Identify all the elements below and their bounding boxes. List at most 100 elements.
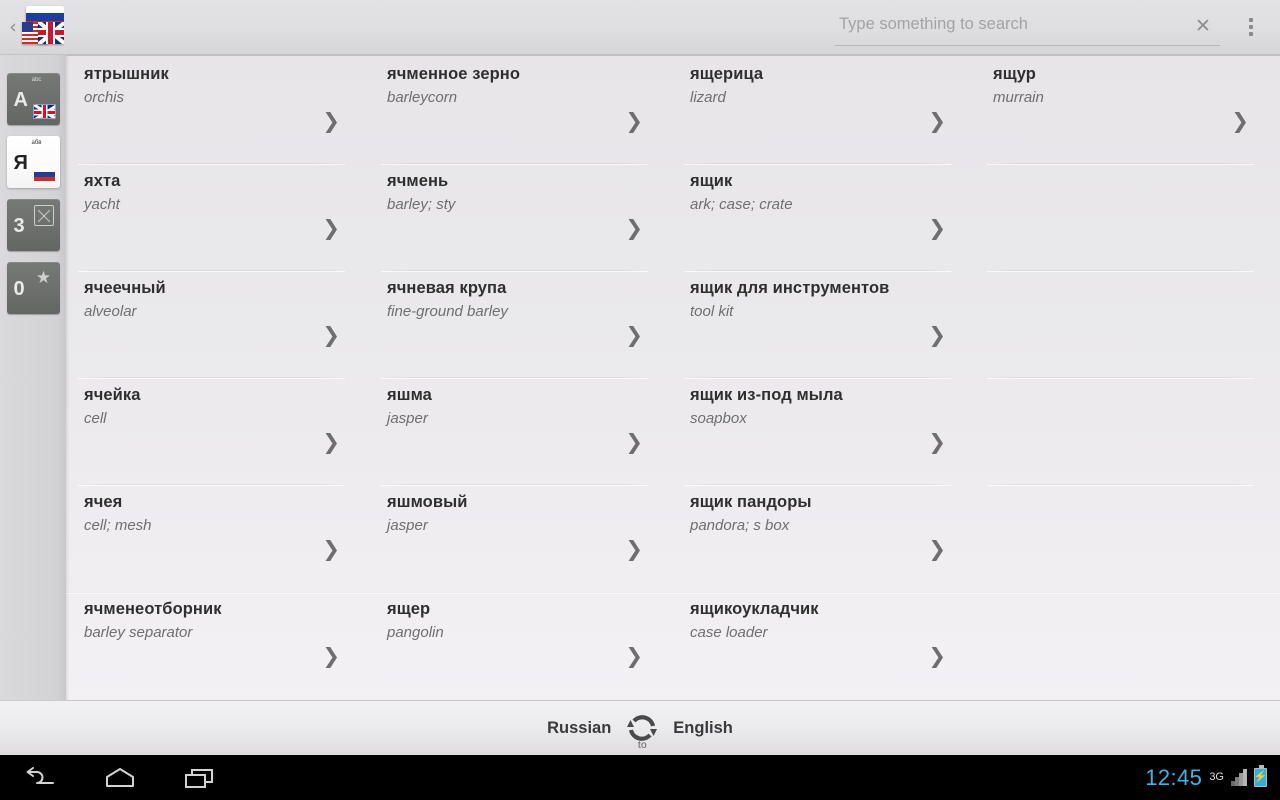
word-term: ящикоукладчик [690, 600, 819, 618]
word-term: ящерица [690, 65, 764, 83]
word-translation: lizard [690, 89, 726, 106]
word-entry[interactable]: ячеечный alveolar ❯ [66, 270, 369, 377]
home-button[interactable] [80, 755, 160, 800]
overflow-dot [1249, 32, 1253, 36]
sidebar-tab-history[interactable]: 3 [6, 199, 60, 251]
charging-bolt-glyph: ⚡ [1253, 771, 1268, 783]
word-translation: yacht [84, 196, 120, 213]
chevron-right-icon[interactable]: ❯ [625, 111, 643, 132]
chevron-right-icon[interactable]: ❯ [1231, 111, 1249, 132]
back-arrow-icon [26, 766, 54, 784]
word-translation: soapbox [690, 410, 747, 427]
dictionary-app-logo-icon[interactable] [20, 4, 64, 48]
word-term: яшмовый [387, 493, 468, 511]
word-term: ятрышник [84, 65, 169, 83]
sidebar-tab-favorites[interactable]: 0 ★ [6, 262, 60, 314]
word-entry[interactable]: ячневая крупа fine-ground barley ❯ [369, 270, 672, 377]
chevron-right-icon[interactable]: ❯ [928, 325, 946, 346]
word-column: ящур murrain ❯ [975, 56, 1278, 698]
word-entry[interactable]: ячменное зерно barleycorn ❯ [369, 56, 672, 163]
word-term: яхта [84, 172, 121, 190]
sidebar-tab-letter: A [13, 89, 28, 111]
word-entry[interactable]: ящер pangolin ❯ [369, 591, 672, 698]
word-term: ящик для инструментов [690, 279, 890, 297]
sidebar-tab-russian[interactable]: Я абв [6, 136, 60, 188]
chevron-right-icon[interactable]: ❯ [625, 325, 643, 346]
word-entry-empty [975, 377, 1278, 484]
word-translation: fine-ground barley [387, 303, 508, 320]
word-entry[interactable]: яшмовый jasper ❯ [369, 484, 672, 591]
russian-flag-icon [32, 167, 56, 182]
source-language-label[interactable]: Russian [547, 719, 611, 738]
word-term: яшма [387, 386, 432, 404]
chevron-right-icon[interactable]: ❯ [928, 539, 946, 560]
chevron-right-icon[interactable]: ❯ [322, 646, 340, 667]
overflow-menu-button[interactable] [1228, 0, 1274, 55]
chevron-right-icon[interactable]: ❯ [928, 218, 946, 239]
word-column: ячменное зерно barleycorn ❯ ячмень barle… [369, 56, 672, 698]
word-entry[interactable]: ящик для инструментов tool kit ❯ [672, 270, 975, 377]
chevron-right-icon[interactable]: ❯ [322, 111, 340, 132]
word-entry-empty [975, 163, 1278, 270]
swap-to-label: to [637, 739, 647, 751]
signal-strength-icon [1231, 769, 1247, 786]
word-entry[interactable]: ящик из-под мыла soapbox ❯ [672, 377, 975, 484]
word-translation: ark; case; crate [690, 196, 793, 213]
word-column: ящерица lizard ❯ ящик ark; case; crate ❯… [672, 56, 975, 698]
word-entry[interactable]: ячменеотборник barley separator ❯ [66, 591, 369, 698]
sidebar-tab-english[interactable]: A abc [6, 73, 60, 125]
word-translation: barley separator [84, 624, 193, 641]
header-back-chevron-icon[interactable]: ‹ [0, 0, 22, 55]
recent-apps-button[interactable] [160, 755, 240, 800]
word-entry[interactable]: ятрышник orchis ❯ [66, 56, 369, 163]
word-entry[interactable]: ящикоукладчик case loader ❯ [672, 591, 975, 698]
word-entry[interactable]: яхта yacht ❯ [66, 163, 369, 270]
chevron-right-icon[interactable]: ❯ [625, 218, 643, 239]
word-term: ящик [690, 172, 733, 190]
history-icon [33, 205, 54, 226]
word-translation: jasper [387, 517, 428, 534]
sidebar-tab-count: 0 [13, 278, 25, 300]
word-term: ящик пандоры [690, 493, 812, 511]
word-term: ячмень [387, 172, 449, 190]
chevron-right-icon[interactable]: ❯ [322, 325, 340, 346]
word-translation: murrain [993, 89, 1044, 106]
word-entry[interactable]: ящур murrain ❯ [975, 56, 1278, 163]
swap-languages-button[interactable]: to [611, 705, 673, 751]
chevron-right-icon[interactable]: ❯ [322, 218, 340, 239]
sidebar-tab-letter: Я [13, 152, 28, 174]
word-entry[interactable]: ячейка cell ❯ [66, 377, 369, 484]
chevron-right-icon[interactable]: ❯ [625, 432, 643, 453]
chevron-right-icon[interactable]: ❯ [322, 539, 340, 560]
word-entry[interactable]: ячея cell; mesh ❯ [66, 484, 369, 591]
clear-search-icon[interactable]: ✕ [1186, 10, 1220, 44]
word-term: ящик из-под мыла [690, 386, 843, 404]
chevron-right-icon[interactable]: ❯ [928, 432, 946, 453]
word-entry[interactable]: ящик ark; case; crate ❯ [672, 163, 975, 270]
word-translation: case loader [690, 624, 768, 641]
search-field-container[interactable]: ✕ [835, 8, 1220, 46]
search-input[interactable] [835, 15, 1186, 38]
chevron-right-icon[interactable]: ❯ [625, 646, 643, 667]
word-translation: tool kit [690, 303, 734, 320]
word-entry[interactable]: ящик пандоры pandora; s box ❯ [672, 484, 975, 591]
word-translation: cell; mesh [84, 517, 152, 534]
word-entry-empty [975, 484, 1278, 591]
chevron-right-icon[interactable]: ❯ [625, 539, 643, 560]
word-term: ячейка [84, 386, 141, 404]
word-term: ящур [993, 65, 1036, 83]
status-clock: 12:45 [1145, 764, 1203, 790]
word-list-panel[interactable]: ятрышник orchis ❯ яхта yacht ❯ ячеечный … [66, 55, 1280, 700]
word-entry[interactable]: ячмень barley; sty ❯ [369, 163, 672, 270]
target-language-label[interactable]: English [673, 719, 733, 738]
logo-uk-flag-icon [38, 22, 64, 44]
chevron-right-icon[interactable]: ❯ [928, 111, 946, 132]
word-translation: alveolar [84, 303, 137, 320]
word-term: ячменеотборник [84, 600, 222, 618]
word-entry[interactable]: яшма jasper ❯ [369, 377, 672, 484]
word-entry[interactable]: ящерица lizard ❯ [672, 56, 975, 163]
back-button[interactable] [0, 755, 80, 800]
chevron-right-icon[interactable]: ❯ [322, 432, 340, 453]
chevron-right-icon[interactable]: ❯ [928, 646, 946, 667]
language-direction-bar: Russian to English [0, 700, 1280, 755]
